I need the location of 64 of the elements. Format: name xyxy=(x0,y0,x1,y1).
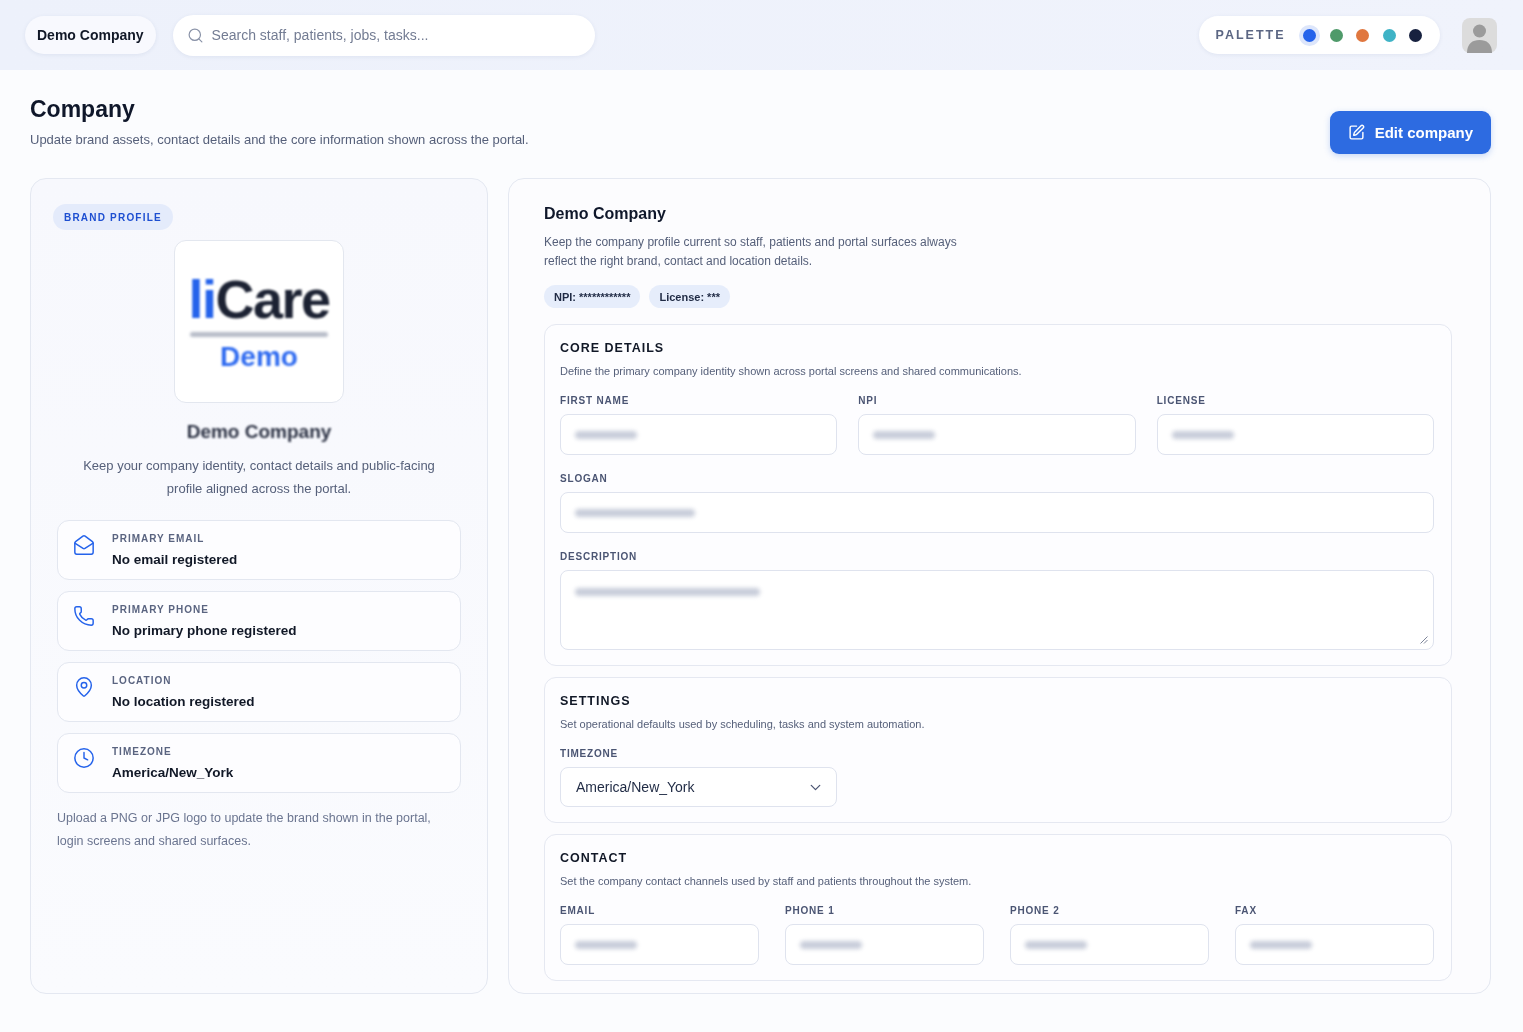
info-label: PRIMARY PHONE xyxy=(112,602,210,617)
page-subtitle: Update brand assets, contact details and the core information shown across the portal. xyxy=(30,131,529,149)
color-swatch[interactable] xyxy=(1329,28,1343,42)
card-description: Keep the company profile current so staff, patients and portal surfaces always reflect the right brand, contact and location details. xyxy=(544,234,958,270)
section-description: Set operational defaults used by scheduling, tasks and system automation. xyxy=(560,717,926,732)
search-field[interactable]: Search staff, patients, jobs, tasks... xyxy=(172,14,595,56)
field-label: LICENSE xyxy=(1156,394,1207,408)
clock-icon xyxy=(73,747,95,769)
input-field[interactable] xyxy=(858,414,1136,455)
profile-description: Keep your company identity, contact details and public-facing profile aligned across the portal. xyxy=(82,457,436,498)
avatar-icon[interactable] xyxy=(1462,17,1497,53)
company-name: Demo Company xyxy=(186,420,332,444)
upload-hint: Upload a PNG or JPG logo to update the brand shown in the portal, login screens and shared surfaces. xyxy=(57,810,432,850)
field-label: PHONE 2 xyxy=(1010,904,1061,918)
info-value: No email registered xyxy=(112,550,238,569)
section-title: CONTACT xyxy=(560,850,629,866)
field-label: FAX xyxy=(1235,904,1258,918)
section-description: Define the primary company identity shown across portal screens and shared communications. xyxy=(560,364,1023,379)
input-field[interactable] xyxy=(560,414,838,455)
section-title: SETTINGS xyxy=(560,693,632,709)
company-switcher[interactable]: Demo Company xyxy=(25,16,156,54)
field-label: TIMEZONE xyxy=(560,747,620,761)
edit-company-button[interactable]: Edit company xyxy=(1329,111,1491,154)
input-field[interactable] xyxy=(785,924,984,965)
select-field[interactable]: America/New_York xyxy=(560,767,838,807)
field-label: NPI xyxy=(858,394,879,408)
logo-card[interactable]: liCare Demo xyxy=(174,240,344,403)
id-chip: NPI: ************ xyxy=(544,285,641,308)
phone-icon xyxy=(73,605,95,627)
field-label: FIRST NAME xyxy=(560,394,631,408)
edit-icon xyxy=(1347,124,1365,141)
info-label: PRIMARY EMAIL xyxy=(112,531,206,546)
input-field[interactable] xyxy=(1010,924,1209,965)
input-field[interactable] xyxy=(1235,924,1434,965)
info-label: TIMEZONE xyxy=(112,744,173,759)
info-value: America/New_York xyxy=(112,763,234,782)
id-chip: License: *** xyxy=(649,285,730,308)
info-value: No location registered xyxy=(112,692,255,711)
textarea-field[interactable] xyxy=(560,570,1434,650)
page-title: Company xyxy=(30,95,136,123)
palette-label: PALETTE xyxy=(1215,28,1286,42)
logo-wordmark: liCare xyxy=(188,271,330,326)
card-title: Demo Company xyxy=(544,204,667,224)
input-field[interactable] xyxy=(560,924,759,965)
color-swatch[interactable] xyxy=(1356,28,1369,42)
envelope-icon xyxy=(73,534,95,556)
resize-handle-icon[interactable] xyxy=(1420,636,1428,644)
section-description: Set the company contact channels used by staff and patients throughout the system. xyxy=(560,874,973,889)
input-field[interactable] xyxy=(1156,414,1434,455)
field-label: DESCRIPTION xyxy=(560,550,639,564)
info-value: No primary phone registered xyxy=(112,621,297,640)
map-pin-icon xyxy=(73,676,95,698)
section-badge: BRAND PROFILE xyxy=(53,204,173,230)
field-label: PHONE 1 xyxy=(785,904,836,918)
section-title: CORE DETAILS xyxy=(560,340,666,356)
field-label: EMAIL xyxy=(560,904,597,918)
logo-caption: Demo xyxy=(220,341,298,372)
input-field[interactable] xyxy=(560,492,1434,533)
info-label: LOCATION xyxy=(112,673,173,688)
search-icon xyxy=(186,26,204,44)
field-label: SLOGAN xyxy=(560,472,609,486)
color-swatch[interactable] xyxy=(1299,24,1320,46)
color-swatch[interactable] xyxy=(1382,28,1396,42)
color-swatch[interactable] xyxy=(1409,28,1422,42)
